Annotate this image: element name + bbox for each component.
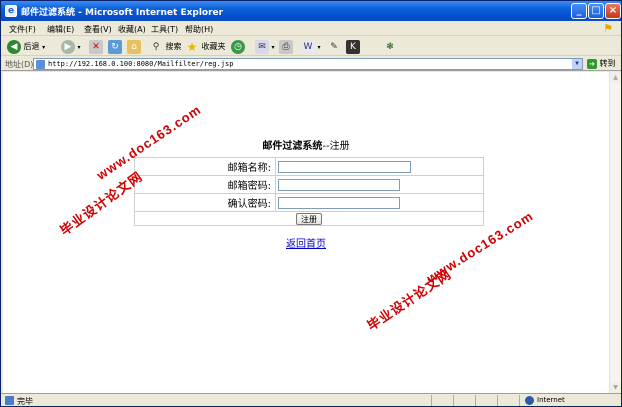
vertical-scrollbar[interactable]: ▲ ▼ [609, 72, 621, 393]
email-field[interactable] [278, 160, 411, 173]
address-url: http://192.168.0.100:8080/Mailfilter/reg… [48, 60, 234, 68]
submit-cell: 注册 [134, 211, 484, 226]
mail-button[interactable]: ✉ ▾ [255, 39, 275, 54]
status-bar: 完毕 Internet [1, 393, 621, 406]
research-icon: ❃ [386, 41, 394, 52]
status-divider [497, 395, 498, 406]
home-icon: ⌂ [127, 39, 141, 54]
mail-dropdown-icon: ▾ [271, 44, 275, 51]
page-title-suffix: --注册 [322, 141, 350, 152]
mail-icon: ✉ [255, 39, 269, 54]
search-icon: ⚲ [152, 41, 160, 52]
messenger-button[interactable]: K [346, 39, 360, 54]
status-page-icon [5, 396, 14, 405]
form-row-password: 邮箱密码: [134, 175, 484, 194]
watermark-text-2: 毕业设计论文网 [364, 266, 455, 334]
back-button[interactable]: ◀ 后退 ▾ [7, 39, 45, 54]
security-zone-label: Internet [537, 396, 565, 404]
page-title-system: 邮件过滤系统 [262, 141, 323, 152]
register-button[interactable]: 注册 [296, 212, 322, 225]
menu-bar: 文件(F) 编辑(E) 查看(V) 收藏(A) 工具(T) 帮助(H) ⚑ [1, 21, 621, 36]
star-icon: ★ [186, 39, 198, 54]
browser-window: e 邮件过滤系统 - Microsoft Internet Explorer _… [0, 0, 622, 407]
address-dropdown-icon[interactable]: ▼ [572, 59, 582, 69]
maximize-button[interactable]: □ [588, 3, 604, 19]
confirm-label: 确认密码: [134, 193, 276, 212]
title-bar[interactable]: e 邮件过滤系统 - Microsoft Internet Explorer _… [1, 1, 621, 21]
confirm-password-field[interactable] [278, 196, 400, 209]
form-row-email: 邮箱名称: [134, 157, 484, 176]
password-label: 邮箱密码: [134, 175, 276, 194]
home-button[interactable]: ⌂ [127, 39, 141, 54]
go-label: 转到 [599, 59, 616, 68]
search-button[interactable]: ⚲ 搜索 [149, 39, 182, 54]
menu-favorites[interactable]: 收藏(A) [118, 24, 146, 35]
refresh-icon: ↻ [108, 39, 122, 54]
toolbar: ◀ 后退 ▾ ▶ ▾ ✕ ↻ ⌂ ⚲ 搜索 ★ 收藏夹 ◷ ✉ ▾ ⎙ W ▾ … [1, 37, 621, 56]
password-cell [275, 175, 484, 194]
menu-view[interactable]: 查看(V) [84, 24, 112, 35]
menu-edit[interactable]: 编辑(E) [47, 24, 74, 35]
research-button[interactable]: ❃ [383, 39, 397, 54]
form-row-submit: 注册 [134, 211, 484, 226]
favorites-label: 收藏夹 [201, 42, 226, 51]
history-button[interactable]: ◷ [231, 39, 245, 54]
scroll-up-icon[interactable]: ▲ [610, 72, 621, 83]
refresh-button[interactable]: ↻ [108, 39, 122, 54]
menu-file[interactable]: 文件(F) [9, 24, 36, 35]
close-button[interactable]: × [605, 3, 621, 19]
messenger-icon: K [346, 39, 360, 54]
email-cell [275, 157, 484, 176]
status-divider [453, 395, 454, 406]
edit-button[interactable]: W ▾ [301, 39, 321, 54]
go-button[interactable]: ➔ 转到 [587, 58, 616, 69]
address-bar: 地址(D) http://192.168.0.100:8080/Mailfilt… [1, 57, 621, 71]
discuss-button[interactable]: ✎ [327, 39, 341, 54]
confirm-cell [275, 193, 484, 212]
status-divider [519, 395, 520, 406]
status-divider [431, 395, 432, 406]
discuss-icon: ✎ [330, 41, 338, 52]
print-button[interactable]: ⎙ [279, 39, 293, 54]
status-divider [475, 395, 476, 406]
menu-tools[interactable]: 工具(T) [151, 24, 178, 35]
page-title: 邮件过滤系统--注册 [3, 137, 609, 152]
scroll-down-icon[interactable]: ▼ [610, 382, 621, 393]
back-dropdown-icon: ▾ [42, 44, 46, 51]
history-icon: ◷ [231, 39, 245, 54]
forward-button[interactable]: ▶ ▾ [61, 39, 81, 54]
email-label: 邮箱名称: [134, 157, 276, 176]
window-title: 邮件过滤系统 - Microsoft Internet Explorer [21, 8, 224, 18]
address-label: 地址(D) [5, 60, 34, 69]
go-arrow-icon: ➔ [587, 58, 597, 69]
stop-button[interactable]: ✕ [89, 39, 103, 54]
back-arrow-icon: ◀ [7, 39, 21, 54]
forward-dropdown-icon: ▾ [77, 44, 81, 51]
print-icon: ⎙ [279, 39, 293, 54]
register-form: 邮箱名称: 邮箱密码: 确认密码: 注册 [134, 157, 484, 226]
form-row-confirm: 确认密码: [134, 193, 484, 212]
page-content: 邮件过滤系统--注册 邮箱名称: 邮箱密码: 确认密码: 注册 返回首页 www… [3, 72, 609, 393]
password-field[interactable] [278, 178, 400, 191]
forward-arrow-icon: ▶ [61, 39, 75, 54]
edit-dropdown-icon: ▾ [317, 44, 321, 51]
favorites-button[interactable]: ★ 收藏夹 [185, 39, 226, 54]
search-label: 搜索 [165, 42, 182, 51]
windows-logo-icon: ⚑ [603, 22, 613, 35]
stop-icon: ✕ [89, 39, 103, 54]
edit-page-icon: W [301, 39, 315, 54]
internet-zone-icon [525, 396, 534, 405]
ie-app-icon: e [5, 5, 17, 17]
page-icon [36, 60, 45, 69]
menu-help[interactable]: 帮助(H) [185, 24, 213, 35]
back-label: 后退 [23, 42, 40, 51]
status-text: 完毕 [17, 397, 33, 406]
minimize-button[interactable]: _ [571, 3, 587, 19]
address-input[interactable]: http://192.168.0.100:8080/Mailfilter/reg… [33, 58, 583, 70]
back-home-link[interactable]: 返回首页 [3, 235, 609, 250]
